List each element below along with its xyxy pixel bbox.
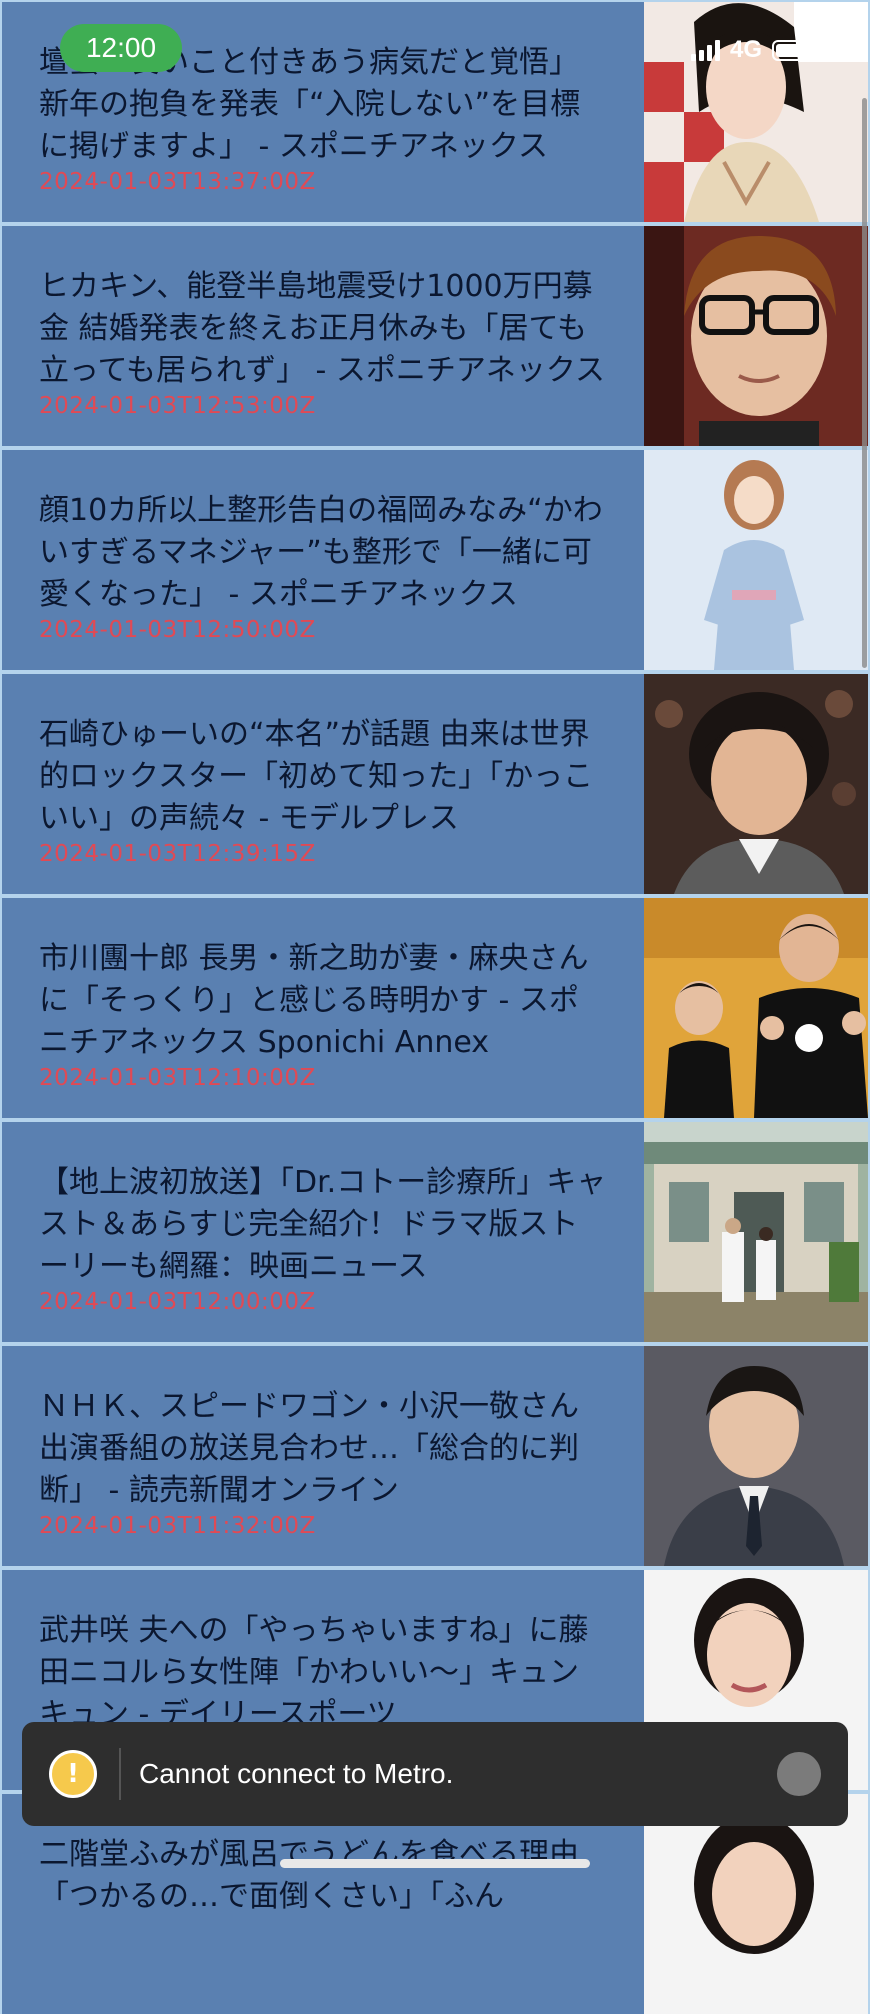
status-indicators: 4G — [690, 36, 820, 64]
man-with-glasses-photo — [644, 226, 868, 446]
news-thumbnail — [644, 1794, 868, 2014]
curly-hair-man-photo — [644, 674, 868, 894]
battery-icon — [772, 39, 820, 61]
news-date: 2024-01-03T12:50:00Z — [39, 617, 316, 643]
news-title: 武井咲 夫への「やっちゃいますね」に藤田ニコルら女性陣「かわいい〜」キュンキュン… — [39, 1613, 589, 1732]
man-in-suit-photo — [644, 1346, 868, 1566]
home-indicator[interactable] — [280, 1859, 590, 1868]
news-date: 2024-01-03T12:10:00Z — [39, 1065, 316, 1091]
news-thumbnail — [644, 1122, 868, 1342]
dismiss-button[interactable] — [777, 1752, 821, 1796]
clinic-building-photo — [644, 1122, 868, 1342]
news-item[interactable]: 顔10カ所以上整形告白の福岡みなみ“かわいすぎるマネジャー”も整形で「一緒に可愛… — [2, 450, 868, 670]
news-title: ＮＨＫ、スピードワゴン・小沢一敬さん出演番組の放送見合わせ…「総合的に判断」 -… — [39, 1389, 579, 1508]
news-title: 顔10カ所以上整形告白の福岡みなみ“かわいすぎるマネジャー”も整形で「一緒に可愛… — [39, 493, 603, 612]
news-text: 顔10カ所以上整形告白の福岡みなみ“かわいすぎるマネジャー”も整形で「一緒に可愛… — [2, 450, 642, 670]
news-thumbnail — [644, 674, 868, 894]
news-title: ヒカキン、能登半島地震受け1000万円募金 結婚発表を終えお正月休みも「居ても立… — [39, 269, 605, 388]
news-date: 2024-01-03T12:53:00Z — [39, 393, 316, 419]
woman-portrait-photo — [644, 1794, 868, 2014]
news-text: 石崎ひゅーいの“本名”が話題 由来は世界的ロックスター「初めて知った」「かっこい… — [2, 674, 642, 894]
news-title: 市川團十郎 長男・新之助が妻・麻央さんに「そっくり」と感じる時明かす - スポニ… — [39, 941, 589, 1060]
woman-posing-photo — [644, 450, 868, 670]
news-text: 二階堂ふみが風呂でうどんを食べる理由「つかるの…で面倒くさい」「ふん — [2, 1794, 642, 2014]
news-text: 市川團十郎 長男・新之助が妻・麻央さんに「そっくり」と感じる時明かす - スポニ… — [2, 898, 642, 1118]
news-item[interactable]: ヒカキン、能登半島地震受け1000万円募金 結婚発表を終えお正月休みも「居ても立… — [2, 226, 868, 446]
warning-icon: ! — [49, 1750, 97, 1798]
news-date: 2024-01-03T11:32:00Z — [39, 1513, 316, 1539]
news-title: 【地上波初放送】「Dr.コトー診療所」キャスト＆あらすじ完全紹介！ドラマ版ストー… — [39, 1165, 607, 1284]
error-toast[interactable]: ! Cannot connect to Metro. — [22, 1722, 848, 1826]
news-text: ＮＨＫ、スピードワゴン・小沢一敬さん出演番組の放送見合わせ…「総合的に判断」 -… — [2, 1346, 642, 1566]
status-time: 12:00 — [60, 24, 182, 72]
father-and-son-photo — [644, 898, 868, 1118]
news-thumbnail — [644, 1346, 868, 1566]
scrollbar[interactable] — [862, 98, 867, 668]
news-item[interactable]: 二階堂ふみが風呂でうどんを食べる理由「つかるの…で面倒くさい」「ふん — [2, 1794, 868, 2014]
news-title: 石崎ひゅーいの“本名”が話題 由来は世界的ロックスター「初めて知った」「かっこい… — [39, 717, 594, 836]
news-text: 【地上波初放送】「Dr.コトー診療所」キャスト＆あらすじ完全紹介！ドラマ版ストー… — [2, 1122, 642, 1342]
network-type: 4G — [729, 36, 762, 63]
news-thumbnail — [644, 226, 868, 446]
news-item[interactable]: 市川團十郎 長男・新之助が妻・麻央さんに「そっくり」と感じる時明かす - スポニ… — [2, 898, 868, 1118]
news-date: 2024-01-03T12:00:00Z — [39, 1289, 316, 1315]
news-thumbnail — [644, 450, 868, 670]
news-item[interactable]: 【地上波初放送】「Dr.コトー診療所」キャスト＆あらすじ完全紹介！ドラマ版ストー… — [2, 1122, 868, 1342]
news-date: 2024-01-03T12:39:15Z — [39, 841, 316, 867]
news-item[interactable]: 石崎ひゅーいの“本名”が話題 由来は世界的ロックスター「初めて知った」「かっこい… — [2, 674, 868, 894]
news-thumbnail — [644, 898, 868, 1118]
news-title: 二階堂ふみが風呂でうどんを食べる理由「つかるの…で面倒くさい」「ふん — [39, 1837, 579, 1914]
toast-divider — [119, 1748, 121, 1800]
signal-icon — [690, 39, 720, 61]
toast-message: Cannot connect to Metro. — [139, 1758, 454, 1789]
news-text: ヒカキン、能登半島地震受け1000万円募金 結婚発表を終えお正月休みも「居ても立… — [2, 226, 642, 446]
news-thumbnail — [644, 2, 868, 222]
news-date: 2024-01-03T13:37:00Z — [39, 169, 316, 195]
news-item[interactable]: ＮＨＫ、スピードワゴン・小沢一敬さん出演番組の放送見合わせ…「総合的に判断」 -… — [2, 1346, 868, 1566]
woman-in-kimono-photo — [644, 2, 868, 222]
